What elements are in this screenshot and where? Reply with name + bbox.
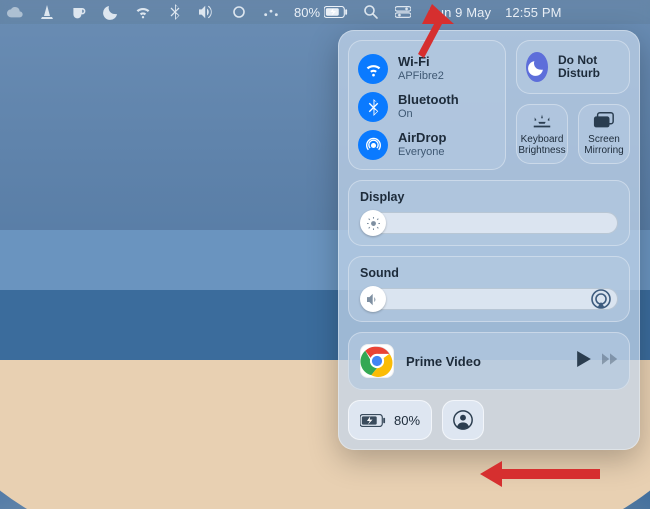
menubar-time[interactable]: 12:55 PM [505, 5, 561, 20]
user-fast-switching-tile[interactable] [442, 400, 484, 440]
keyboard-brightness-icon [531, 112, 553, 130]
airplay-audio-icon[interactable] [590, 288, 612, 310]
airdrop-title: AirDrop [398, 131, 446, 146]
bluetooth-title: Bluetooth [398, 93, 459, 108]
moon-icon[interactable] [102, 3, 120, 21]
battery-tile[interactable]: 80% [348, 400, 432, 440]
bluetooth-icon[interactable] [166, 3, 184, 21]
screen-mirroring-icon [593, 112, 615, 130]
wifi-toggle[interactable]: Wi-Fi APFibre2 [358, 50, 496, 88]
keyboard-brightness-label: Keyboard Brightness [518, 134, 566, 156]
display-slider-thumb[interactable] [360, 210, 386, 236]
media-title: Prime Video [406, 354, 564, 369]
moon-icon [526, 52, 548, 82]
search-alt-icon[interactable] [230, 3, 248, 21]
fast-forward-button[interactable] [602, 351, 618, 372]
sound-slider-thumb[interactable] [360, 286, 386, 312]
screen-mirroring-tile[interactable]: Screen Mirroring [578, 104, 630, 164]
dots-icon[interactable] [262, 3, 280, 21]
display-slider[interactable] [360, 212, 618, 234]
sound-tile[interactable]: Sound [348, 256, 630, 322]
user-circle-icon [452, 409, 474, 431]
spotlight-icon[interactable] [362, 3, 380, 21]
airdrop-visibility: Everyone [398, 146, 446, 159]
wifi-network: APFibre2 [398, 70, 444, 83]
dnd-label: Do Not Disturb [558, 54, 620, 80]
battery-status[interactable]: 80% [294, 5, 348, 20]
bluetooth-toggle[interactable]: Bluetooth On [358, 88, 496, 126]
sun-icon [367, 217, 380, 230]
connectivity-tile[interactable]: Wi-Fi APFibre2 Bluetooth On AirDrop [348, 40, 506, 170]
play-button[interactable] [576, 351, 592, 372]
coffee-icon[interactable] [70, 3, 88, 21]
dnd-toggle[interactable]: Do Not Disturb [516, 40, 630, 94]
speaker-icon [367, 293, 380, 306]
control-center-panel: Wi-Fi APFibre2 Bluetooth On AirDrop [338, 30, 640, 450]
battery-icon [360, 414, 386, 427]
bluetooth-icon [358, 92, 388, 122]
sound-label: Sound [360, 266, 618, 280]
wifi-icon [358, 54, 388, 84]
menu-bar: 80% Sun 9 May 12:55 PM [0, 0, 650, 24]
control-center-icon[interactable] [394, 3, 412, 21]
screen-mirroring-label: Screen Mirroring [580, 134, 628, 156]
battery-percent-label: 80% [394, 413, 420, 428]
battery-percent: 80% [294, 5, 320, 20]
wifi-icon[interactable] [134, 3, 152, 21]
chrome-app-icon [360, 344, 394, 378]
menubar-date[interactable]: Sun 9 May [428, 5, 491, 20]
now-playing-tile[interactable]: Prime Video [348, 332, 630, 390]
display-tile[interactable]: Display [348, 180, 630, 246]
vlc-cone-icon[interactable] [38, 3, 56, 21]
keyboard-brightness-tile[interactable]: Keyboard Brightness [516, 104, 568, 164]
sound-slider[interactable] [360, 288, 618, 310]
cloud-icon[interactable] [6, 3, 24, 21]
bluetooth-status: On [398, 108, 459, 121]
wifi-title: Wi-Fi [398, 55, 444, 70]
volume-icon[interactable] [198, 3, 216, 21]
airdrop-toggle[interactable]: AirDrop Everyone [358, 126, 496, 164]
airdrop-icon [358, 130, 388, 160]
display-label: Display [360, 190, 618, 204]
